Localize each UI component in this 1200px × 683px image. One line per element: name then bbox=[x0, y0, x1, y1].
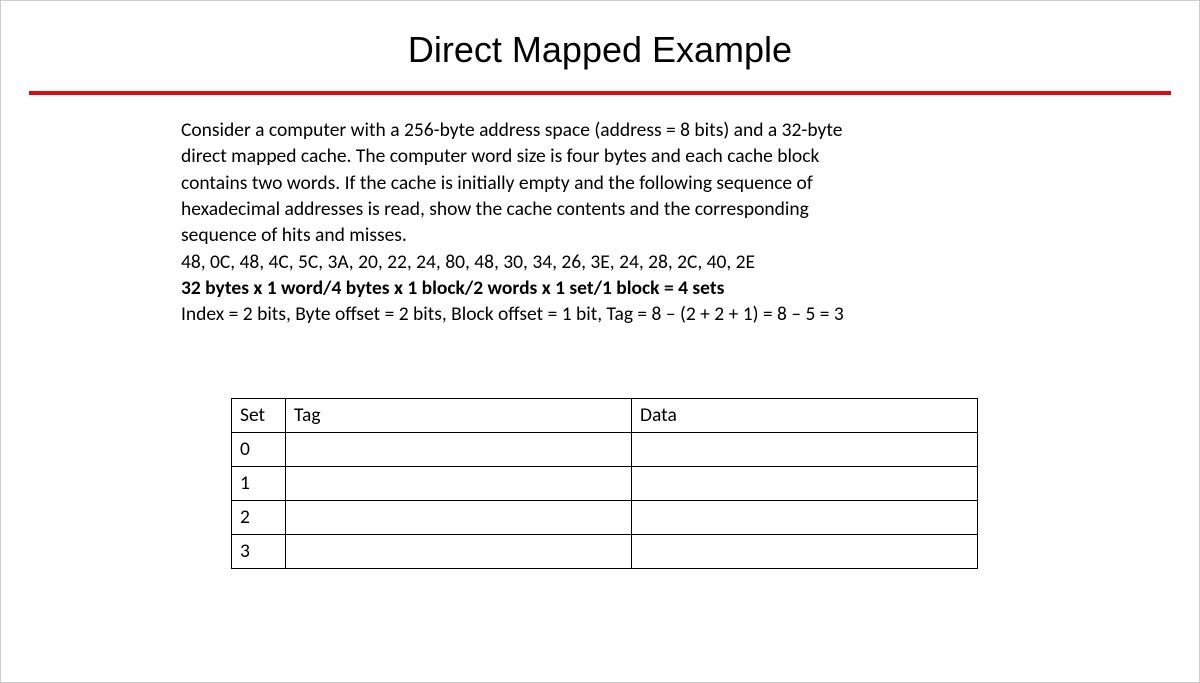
cache-table: Set Tag Data 0 1 2 bbox=[231, 398, 978, 569]
table-row: 1 bbox=[232, 466, 978, 500]
slide: Direct Mapped Example Consider a compute… bbox=[1, 1, 1199, 682]
cell-tag bbox=[286, 500, 632, 534]
slide-title: Direct Mapped Example bbox=[1, 29, 1199, 71]
col-data: Data bbox=[632, 398, 978, 432]
body-line: sequence of hits and misses. bbox=[181, 222, 1019, 248]
cell-set: 1 bbox=[232, 466, 286, 500]
col-tag: Tag bbox=[286, 398, 632, 432]
body-line: Index = 2 bits, Byte offset = 2 bits, Bl… bbox=[181, 301, 1019, 327]
col-set: Set bbox=[232, 398, 286, 432]
body-line-bold: 32 bytes x 1 word/4 bytes x 1 block/2 wo… bbox=[181, 275, 1019, 301]
table-row: 0 bbox=[232, 432, 978, 466]
cell-set: 2 bbox=[232, 500, 286, 534]
cell-set: 0 bbox=[232, 432, 286, 466]
cell-tag bbox=[286, 534, 632, 568]
cache-table-wrap: Set Tag Data 0 1 2 bbox=[231, 398, 1199, 569]
cell-set: 3 bbox=[232, 534, 286, 568]
cell-data bbox=[632, 500, 978, 534]
table-row: 3 bbox=[232, 534, 978, 568]
divider bbox=[29, 91, 1171, 95]
table-row: 2 bbox=[232, 500, 978, 534]
body-line: direct mapped cache. The computer word s… bbox=[181, 143, 1019, 169]
cell-tag bbox=[286, 432, 632, 466]
cell-data bbox=[632, 534, 978, 568]
cell-data bbox=[632, 432, 978, 466]
table-header-row: Set Tag Data bbox=[232, 398, 978, 432]
body-line: hexadecimal addresses is read, show the … bbox=[181, 196, 1019, 222]
body-line: Consider a computer with a 256-byte addr… bbox=[181, 117, 1019, 143]
cell-data bbox=[632, 466, 978, 500]
cell-tag bbox=[286, 466, 632, 500]
body-line: 48, 0C, 48, 4C, 5C, 3A, 20, 22, 24, 80, … bbox=[181, 249, 1019, 275]
body-text: Consider a computer with a 256-byte addr… bbox=[181, 117, 1019, 328]
body-line: contains two words. If the cache is init… bbox=[181, 170, 1019, 196]
